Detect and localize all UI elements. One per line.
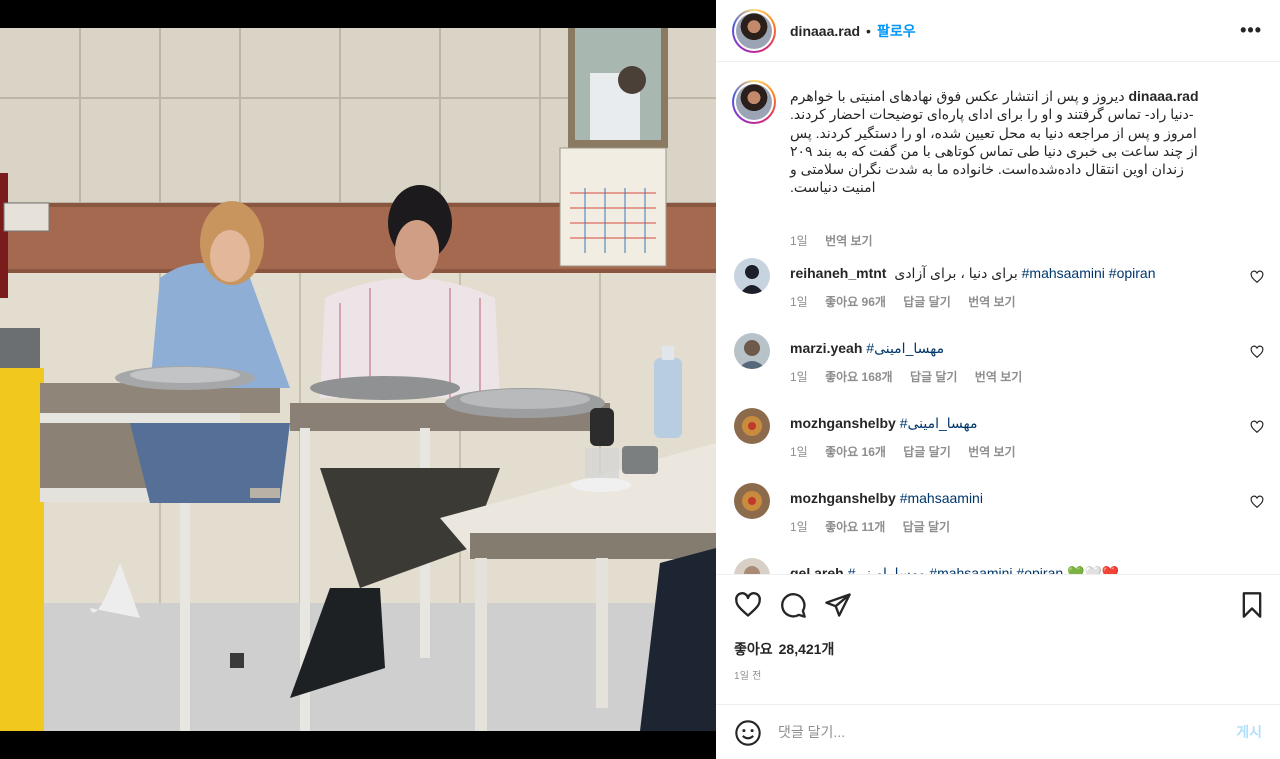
comment-likes[interactable]: 좋아요 96개 (825, 295, 886, 309)
comment-hashtags[interactable]: #مهسا_امینی (900, 415, 978, 431)
post-sidebar: dinaaa.rad • 팔로우 ••• dinaaa.rad دیروز و … (716, 0, 1280, 759)
author-avatar[interactable] (732, 8, 776, 53)
caption-username[interactable]: dinaaa.rad (1128, 88, 1198, 104)
caption-avatar[interactable] (732, 80, 776, 124)
comment-username[interactable]: marzi.yeah (790, 340, 862, 356)
reply-button[interactable]: 답글 달기 (910, 370, 958, 384)
comment-line: gel.areh #مهسا_امینی #mahsaamini #opiran… (790, 565, 1119, 574)
comment-username[interactable]: reihaneh_mtnt (790, 265, 886, 281)
comment-line: mozhganshelby #mahsaamini (790, 490, 983, 506)
comment-like-icon[interactable] (1250, 495, 1264, 509)
translate-link[interactable]: 번역 보기 (968, 445, 1016, 459)
add-comment-bar: 게시 (716, 704, 1280, 759)
comment-age[interactable]: 1일 (790, 445, 808, 459)
comment-likes[interactable]: 좋아요 11개 (825, 520, 885, 534)
comment-meta: 1일 좋아요 96개 답글 달기 번역 보기 (790, 293, 1030, 310)
bookmark-icon[interactable] (1238, 591, 1266, 619)
post-actions: 좋아요 28,421개 1일 전 (716, 574, 1280, 704)
comment-avatar[interactable] (734, 483, 770, 519)
comment-avatar[interactable] (734, 258, 770, 294)
comment-avatar[interactable] (734, 333, 770, 369)
comment-emoji: 💚🤍❤️ (1067, 565, 1120, 574)
caption-text: dinaaa.rad دیروز و پس از انتشار عکس فوق … (790, 87, 1262, 197)
caption-translate-link[interactable]: 번역 보기 (825, 234, 873, 248)
caption-age[interactable]: 1일 (790, 234, 808, 248)
caption-body: دیروز و پس از انتشار عکس فوق نهادهای امن… (790, 88, 1198, 196)
comment-avatar[interactable] (734, 558, 770, 574)
reply-button[interactable]: 답글 달기 (903, 520, 951, 534)
comment-like-icon[interactable] (1250, 270, 1264, 284)
more-icon[interactable]: ••• (1240, 20, 1262, 41)
comment-avatar[interactable] (734, 408, 770, 444)
follow-button[interactable]: 팔로우 (877, 21, 916, 41)
post-comment-button[interactable]: 게시 (1236, 722, 1262, 742)
caption-meta: 1일 번역 보기 (790, 232, 887, 249)
post-header: dinaaa.rad • 팔로우 ••• (716, 0, 1280, 62)
heart-icon[interactable] (734, 591, 762, 619)
comment-likes[interactable]: 좋아요 16개 (825, 445, 886, 459)
comment-username[interactable]: mozhganshelby (790, 415, 896, 431)
translate-link[interactable]: 번역 보기 (968, 295, 1016, 309)
comment-like-icon[interactable] (1250, 345, 1264, 359)
separator-dot: • (866, 22, 871, 39)
comment-meta: 1일 좋아요 11개 답글 달기 (790, 518, 964, 535)
likes-number: 28,421개 (778, 641, 835, 657)
comment-hashtags[interactable]: #mahsaamini (900, 490, 983, 506)
comment-meta: 1일 좋아요 16개 답글 달기 번역 보기 (790, 443, 1030, 460)
post-media-pane (0, 0, 716, 759)
comment-text: برای دنیا ، برای آزادی (894, 265, 1018, 281)
emoji-icon[interactable] (734, 719, 762, 747)
comment-line: reihaneh_mtnt برای دنیا ، برای آزادی #ma… (790, 265, 1155, 282)
comment-item: mozhganshelby #mahsaamini 1일 좋아요 11개 답글 … (732, 483, 1264, 543)
comment-item: reihaneh_mtnt برای دنیا ، برای آزادی #ma… (732, 258, 1264, 318)
comment-hashtags[interactable]: #مهسا_امینی #mahsaamini #opiran (848, 565, 1064, 574)
comment-line: marzi.yeah #مهسا_امینی (790, 340, 944, 357)
comment-icon[interactable] (779, 591, 807, 619)
comment-hashtags[interactable]: #مهسا_امینی (866, 340, 944, 356)
comments-list[interactable]: dinaaa.rad دیروز و پس از انتشار عکس فوق … (716, 62, 1280, 574)
comment-hashtags[interactable]: #mahsaamini #opiran (1022, 265, 1156, 281)
comment-likes[interactable]: 좋아요 168개 (825, 370, 893, 384)
post-photo[interactable] (0, 28, 716, 731)
comment-age[interactable]: 1일 (790, 295, 808, 309)
comment-username[interactable]: mozhganshelby (790, 490, 896, 506)
reply-button[interactable]: 답글 달기 (903, 445, 951, 459)
comment-item: mozhganshelby #مهسا_امینی 1일 좋아요 16개 답글 … (732, 408, 1264, 468)
author-username[interactable]: dinaaa.rad (790, 23, 860, 39)
comment-line: mozhganshelby #مهسا_امینی (790, 415, 977, 432)
comment-meta: 1일 좋아요 168개 답글 달기 번역 보기 (790, 368, 1036, 385)
comment-age[interactable]: 1일 (790, 370, 808, 384)
comment-item: marzi.yeah #مهسا_امینی 1일 좋아요 168개 답글 달기… (732, 333, 1264, 393)
post-time[interactable]: 1일 전 (734, 667, 762, 682)
likes-label: 좋아요 (734, 641, 773, 657)
comment-username[interactable]: gel.areh (790, 565, 844, 574)
translate-link[interactable]: 번역 보기 (975, 370, 1023, 384)
comment-input[interactable] (778, 717, 1198, 747)
restaurant-photo (0, 28, 716, 731)
share-icon[interactable] (824, 591, 852, 619)
comment-age[interactable]: 1일 (790, 520, 808, 534)
comment-item: gel.areh #مهسا_امینی #mahsaamini #opiran… (732, 558, 1264, 574)
likes-count[interactable]: 좋아요 28,421개 (734, 639, 834, 659)
reply-button[interactable]: 답글 달기 (903, 295, 951, 309)
comment-like-icon[interactable] (1250, 420, 1264, 434)
